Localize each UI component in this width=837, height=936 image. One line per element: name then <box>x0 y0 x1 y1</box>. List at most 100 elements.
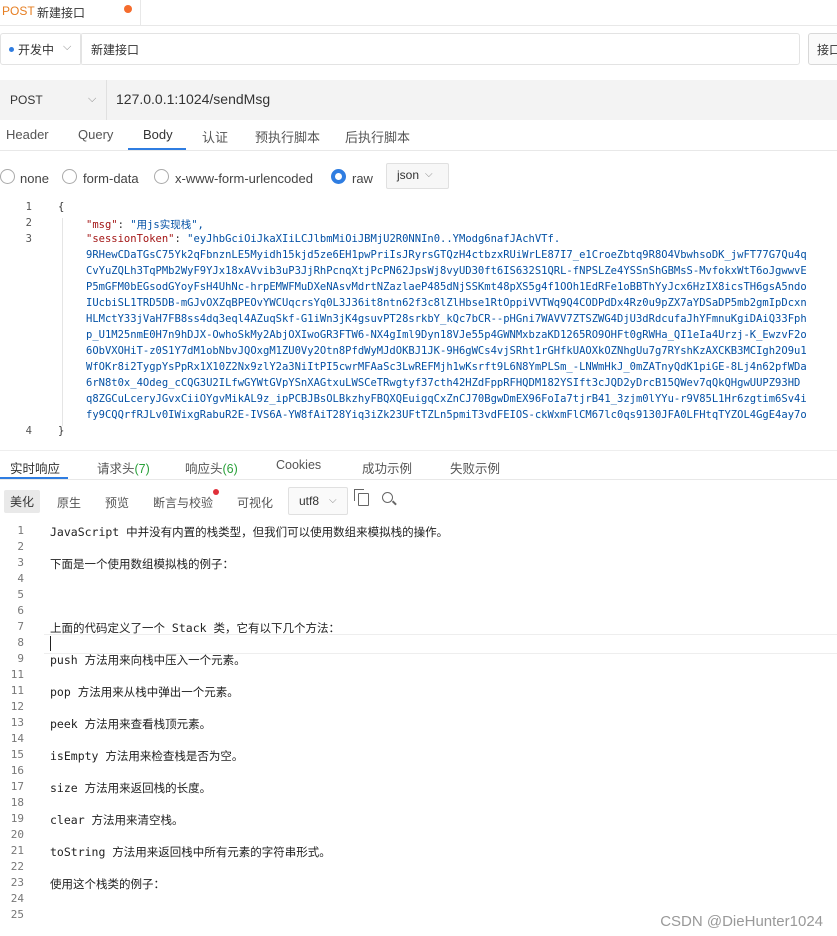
code-line: 6rN8t0x_4Odeg_cCQG3U2ILfwGYWtGVpYSnXAGtx… <box>86 377 800 389</box>
watermark: CSDN @DieHunter1024 <box>660 913 823 930</box>
active-tab-indicator <box>128 148 186 150</box>
divider <box>106 80 107 120</box>
format-select[interactable]: json ⌵ <box>386 163 449 189</box>
json-value: 6ObVXOHiT-z0S1Y7dM1obNbvJQOxgM1ZU0Vy2Otn… <box>86 345 807 357</box>
json-value: CvYuZQLh3TqPMb2WyF9YJx18xAVvib3uP3JjRhPc… <box>86 265 807 277</box>
response-line: clear 方法用来清空栈。 <box>50 813 184 827</box>
tab-post-script[interactable]: 后执行脚本 <box>345 127 410 146</box>
format-value: json <box>397 168 420 182</box>
json-key: "sessionToken" <box>86 233 175 245</box>
line-number: 16 <box>10 764 24 777</box>
code-line: q8ZGCuLceryJGvxCiiOYgvMikAL9z_ipPCBJBsOL… <box>86 393 807 405</box>
code-line: 9RHewCDaTGsC75Yk2qFbnznLE5Myidh15kjd5ze6… <box>86 249 807 261</box>
line-number: 14 <box>10 732 24 745</box>
tab-cookies[interactable]: Cookies <box>276 458 321 472</box>
radio-urlencoded[interactable] <box>154 169 169 184</box>
line-number: 3 <box>25 233 32 245</box>
json-value: IUcbiSL1TRD5DB-mGJvOXZqBPEOvYWCUqcrsYq0L… <box>86 297 807 309</box>
json-value: 9RHewCDaTGsC75Yk2qFbnznLE5Myidh15kjd5ze6… <box>86 249 807 261</box>
response-view-toolbar: 美化 原生 预览 断言与校验 可视化 utf8 ⌵ <box>0 486 837 516</box>
response-body[interactable]: 1 JavaScript 中并没有内置的栈类型，但我们可以使用数组来模拟栈的操作。… <box>0 520 837 936</box>
json-value: HLMctY33jVaH7FB8ss4dq3eql4AZuqSkf-G1iWn3… <box>86 313 807 325</box>
json-separator: : <box>174 233 188 245</box>
search-icon[interactable] <box>382 492 393 503</box>
view-pretty-button[interactable]: 美化 <box>4 490 41 513</box>
line-number: 1 <box>25 201 32 213</box>
tab-response-headers[interactable]: 响应头(6) <box>185 458 238 477</box>
code-line: p_U1M25nmE0H7n9hDJX-OwhoSkMy2AbjOXIwoGR3… <box>86 329 807 341</box>
radio-form-data[interactable] <box>62 169 77 184</box>
line-number: 9 <box>17 652 24 665</box>
json-value: WfOKr8i2TygpYsPpRx1X10Z2Nx9zlY2a3NiItPI5… <box>86 361 807 373</box>
json-value: P5mGFM0bEGsodGYoyFsH4UhNc-hrpEMWFMuDXeNA… <box>86 281 807 293</box>
request-tabs: Header Query Body 认证 预执行脚本 后执行脚本 <box>0 122 837 151</box>
response-line: pop 方法用来从栈中弹出一个元素。 <box>50 685 239 699</box>
line-number: 11 <box>10 684 24 697</box>
line-number: 25 <box>10 908 24 921</box>
line-number: 23 <box>10 876 24 889</box>
tab-failure-example[interactable]: 失败示例 <box>450 458 500 477</box>
body-type-options: none form-data x-www-form-urlencoded raw… <box>0 163 837 191</box>
code-line: CvYuZQLh3TqPMb2WyF9YJx18xAVvib3uP3JjRhPc… <box>86 265 807 277</box>
tab-query[interactable]: Query <box>78 127 113 142</box>
json-value: p_U1M25nmE0H7n9hDJX-OwhoSkMy2AbjOXIwoGR3… <box>86 329 807 341</box>
encoding-select[interactable]: utf8 ⌵ <box>288 487 348 515</box>
copy-icon[interactable] <box>354 489 369 506</box>
code-line: fy9CQQrfRJLv0IWixgRabuR2E-IVS6A-YW8fAiT2… <box>86 409 807 421</box>
line-number: 18 <box>10 796 24 809</box>
line-number: 2 <box>25 217 32 229</box>
radio-none[interactable] <box>0 169 15 184</box>
code-line: HLMctY33jVaH7FB8ss4dq3eql4AZuqSkf-G1iWn3… <box>86 313 807 325</box>
code-line: "msg": "用js实现栈", <box>86 217 204 232</box>
code-line: 6ObVXOHiT-z0S1Y7dM1obNbvJQOxgM1ZU0Vy2Otn… <box>86 345 807 357</box>
json-value: 6rN8t0x_4Odeg_cCQG3U2ILfwGYWtGVpYSnXAGtx… <box>86 377 801 389</box>
view-preview-button[interactable]: 预览 <box>105 494 129 511</box>
code-line: { <box>58 201 65 213</box>
radio-raw-label: raw <box>352 171 373 186</box>
tab-body[interactable]: Body <box>143 127 173 142</box>
tab-auth[interactable]: 认证 <box>202 127 228 146</box>
tab-live-response[interactable]: 实时响应 <box>10 458 60 477</box>
request-body-editor[interactable]: 1 {2 "msg": "用js实现栈", 3 "sessionToken": "eyJ… <box>0 197 837 442</box>
method-select[interactable]: POST <box>10 93 43 107</box>
chevron-down-icon[interactable]: ⌵ <box>88 93 96 106</box>
tab-bar: POST 新建接口 <box>0 0 837 26</box>
tab-name: 新建接口 <box>37 6 86 20</box>
text-caret <box>50 636 51 651</box>
view-raw-button[interactable]: 原生 <box>57 494 81 511</box>
line-number: 12 <box>10 700 24 713</box>
response-line: push 方法用来向栈中压入一个元素。 <box>50 653 246 667</box>
json-key: "msg" <box>86 219 118 231</box>
line-number: 2 <box>17 540 24 553</box>
code-line: } <box>58 425 65 437</box>
line-number: 11 <box>10 668 24 681</box>
current-line-highlight <box>44 634 837 654</box>
request-tab[interactable]: POST 新建接口 <box>0 0 141 25</box>
view-visualize-button[interactable]: 可视化 <box>237 494 273 511</box>
code-line: "sessionToken": "eyJhbGciOiJkaXIiLCJlbmM… <box>86 233 560 245</box>
encoding-value: utf8 <box>299 494 320 508</box>
request-meta-row: 开发中 ⌵ 新建接口 接口 <box>0 33 837 65</box>
radio-none-label: none <box>20 171 49 186</box>
radio-urlencoded-label: x-www-form-urlencoded <box>175 171 313 186</box>
chevron-down-icon: ⌵ <box>329 495 337 506</box>
save-interface-button[interactable]: 接口 <box>808 33 837 65</box>
tab-pre-script[interactable]: 预执行脚本 <box>255 127 320 146</box>
active-tab-indicator <box>0 477 68 479</box>
url-input[interactable]: 127.0.0.1:1024/sendMsg <box>116 91 270 107</box>
line-number: 8 <box>17 636 24 649</box>
json-value: "用js实现栈", <box>130 219 204 231</box>
request-name-input[interactable]: 新建接口 <box>80 33 800 65</box>
view-assert-button[interactable]: 断言与校验 <box>153 494 213 511</box>
line-number: 5 <box>17 588 24 601</box>
response-line: 上面的代码定义了一个 Stack 类，它有以下几个方法： <box>50 621 340 635</box>
tab-success-example[interactable]: 成功示例 <box>362 458 412 477</box>
radio-raw[interactable] <box>331 169 346 184</box>
tab-request-headers[interactable]: 请求头(7) <box>97 458 150 477</box>
unsaved-dot-icon <box>124 5 132 13</box>
tab-header[interactable]: Header <box>6 127 49 142</box>
line-number: 15 <box>10 748 24 761</box>
code-line: WfOKr8i2TygpYsPpRx1X10Z2Nx9zlY2a3NiItPI5… <box>86 361 807 373</box>
environment-select[interactable]: 开发中 ⌵ <box>0 33 82 65</box>
response-tabs: 实时响应 请求头(7) 响应头(6) Cookies 成功示例 失败示例 <box>0 450 837 480</box>
